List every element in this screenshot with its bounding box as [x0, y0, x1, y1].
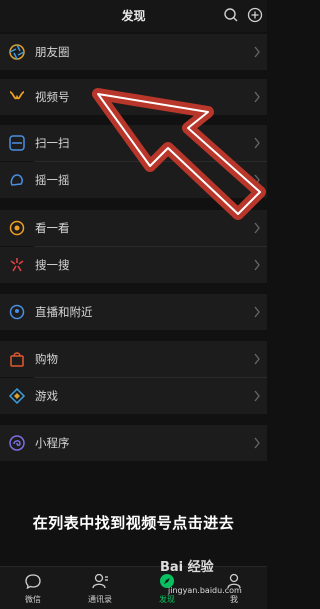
menu-item-label: 游戏 [35, 389, 58, 403]
search-icon[interactable] [223, 7, 239, 23]
chevron-right-icon [254, 259, 260, 271]
chevron-right-icon [254, 222, 260, 234]
menu-item-shopping[interactable]: 购物 [0, 341, 267, 377]
chevron-right-icon [254, 437, 260, 449]
menu-item-live-nearby[interactable]: 直播和附近 [0, 294, 267, 330]
channels-icon [9, 91, 25, 100]
chevron-right-icon [254, 353, 260, 365]
menu-item-label: 搜一搜 [35, 258, 70, 272]
tab-label: 发现 [159, 595, 175, 604]
menu-item-mini-programs[interactable]: 小程序 [0, 425, 267, 461]
tab-contacts[interactable]: 通讯录 [67, 567, 133, 609]
shake-icon [10, 174, 23, 186]
mini-programs-icon [9, 435, 25, 451]
moments-icon [9, 44, 25, 60]
chevron-right-icon [254, 46, 260, 58]
instruction-caption: 在列表中找到视频号点击进去 [32, 514, 235, 532]
menu-item-moments[interactable]: 朋友圈 [0, 34, 267, 70]
top-bar: 发现 [0, 0, 267, 32]
tab-label: 微信 [25, 595, 41, 604]
menu-item-games[interactable]: 游戏 [0, 378, 267, 414]
tab-chats[interactable]: 微信 [0, 567, 66, 609]
menu-item-search[interactable]: 搜一搜 [0, 247, 267, 283]
menu-item-label: 购物 [35, 352, 58, 366]
shopping-bag-icon [10, 352, 24, 367]
tab-label: 我 [230, 595, 238, 604]
menu-item-label: 朋友圈 [35, 45, 70, 59]
chevron-right-icon [254, 390, 260, 402]
chat-icon [25, 574, 41, 590]
top-stories-icon [9, 220, 25, 236]
watermark-url: jingyan.baidu.com [168, 586, 242, 595]
menu-item-label: 扫一扫 [35, 136, 70, 150]
games-icon [8, 387, 26, 405]
watermark-logo: Bai 经验 [160, 560, 214, 575]
contacts-icon [92, 573, 108, 589]
chevron-right-icon [254, 306, 260, 318]
search-star-icon [10, 258, 24, 272]
tab-label: 通讯录 [88, 595, 112, 604]
annotation-arrow [92, 88, 266, 220]
menu-item-label: 直播和附近 [35, 305, 93, 319]
menu-item-label: 摇一摇 [35, 173, 70, 187]
menu-item-label: 视频号 [35, 90, 70, 104]
menu-item-label: 小程序 [35, 436, 70, 450]
scan-icon [9, 135, 25, 151]
live-nearby-icon [9, 304, 25, 320]
menu-item-label: 看一看 [35, 221, 70, 235]
add-circle-icon[interactable] [247, 7, 263, 23]
